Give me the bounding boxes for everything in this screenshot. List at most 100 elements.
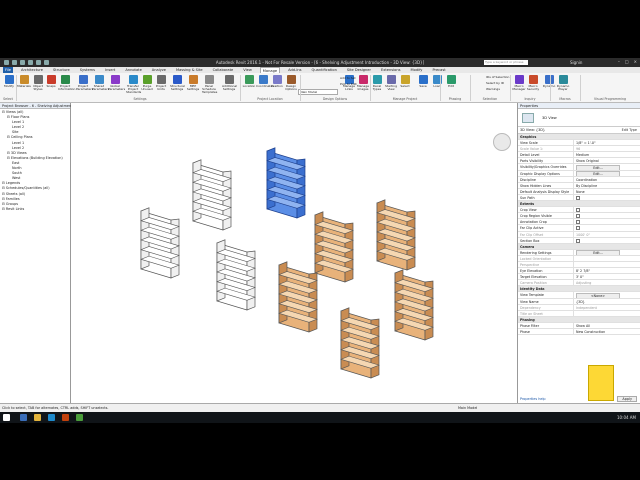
position-button[interactable]: Position xyxy=(270,75,284,88)
property-value[interactable]: 1/8" = 1'-0" xyxy=(574,140,640,145)
shared-parameters-button[interactable]: Shared Parameters xyxy=(92,75,109,91)
property-value[interactable]: None xyxy=(574,189,640,194)
project-units-button[interactable]: Project Units xyxy=(154,75,168,91)
shelf-wood-4[interactable] xyxy=(394,269,434,341)
edge-icon[interactable] xyxy=(20,414,27,421)
object-styles-button[interactable]: Object Styles xyxy=(31,75,45,91)
property-value[interactable]: Coordination xyxy=(574,177,640,182)
design-options-button[interactable]: Design Options xyxy=(284,75,298,91)
3d-model-view[interactable] xyxy=(71,103,517,403)
app-menu-icon[interactable] xyxy=(4,60,9,65)
viewcube-icon[interactable] xyxy=(493,133,511,151)
add-to-set-button[interactable]: Add to Set xyxy=(340,76,356,80)
load-button[interactable]: Load xyxy=(430,75,444,88)
shelf-white-2[interactable] xyxy=(140,207,180,279)
structural-settings-button[interactable]: Structural Settings xyxy=(170,75,185,91)
properties-help-link[interactable]: Properties help xyxy=(520,397,546,401)
minimize-icon[interactable]: – xyxy=(618,59,620,64)
shelf-white-1[interactable] xyxy=(192,159,232,231)
pick-to-edit-button[interactable]: Pick to Edit xyxy=(340,82,357,86)
property-edit-button[interactable]: Edit... xyxy=(576,164,620,170)
ids-of-selection-button[interactable]: IDs of Selection xyxy=(486,75,509,79)
type-selector[interactable]: 3D View xyxy=(518,109,640,127)
coordinates-button[interactable]: Coordinates xyxy=(256,75,274,88)
revit-icon[interactable] xyxy=(48,414,55,421)
manage-images-button[interactable]: Manage Images xyxy=(356,75,370,91)
shelf-wood-1[interactable] xyxy=(314,211,354,283)
shelf-wood-3[interactable] xyxy=(278,261,318,333)
apply-button[interactable]: Apply xyxy=(617,396,637,402)
property-value[interactable]: New Construction xyxy=(574,329,640,334)
main-model-dropdown[interactable]: Main Model xyxy=(298,89,338,95)
sign-in-link[interactable]: Signin xyxy=(570,60,582,65)
shelf-selected-1[interactable] xyxy=(266,147,306,219)
select-by-id-button[interactable]: Select by ID xyxy=(486,81,504,85)
warnings-button[interactable]: Warnings xyxy=(486,87,500,91)
undo-icon[interactable] xyxy=(28,60,33,65)
property-edit-button[interactable]: Edit... xyxy=(576,250,620,255)
property-edit-button[interactable]: <None> xyxy=(576,292,620,298)
ribbon-group-inquiry: Inquiry xyxy=(524,97,536,101)
decal-types-button[interactable]: Decal Types xyxy=(370,75,384,91)
property-name: Crop Region Visible xyxy=(518,213,574,219)
shelf-white-3[interactable] xyxy=(216,239,256,311)
window-controls: – □ × xyxy=(618,59,637,64)
explorer-icon[interactable] xyxy=(34,414,41,421)
project-parameters-button[interactable]: Project Parameters xyxy=(76,75,93,91)
purge-unused-button[interactable]: Purge Unused xyxy=(140,75,154,91)
3d-view-canvas[interactable] xyxy=(71,103,517,403)
starting-view-button[interactable]: Starting View xyxy=(384,75,398,91)
global-parameters-button[interactable]: Global Parameters xyxy=(108,75,125,91)
property-checkbox[interactable] xyxy=(576,195,580,200)
active-model-selector[interactable]: Main Model xyxy=(458,406,477,410)
help-search-input[interactable]: Type a keyword or phrase xyxy=(484,60,528,65)
3d-view-type-icon xyxy=(522,113,534,123)
property-value[interactable]: Show Original xyxy=(574,158,640,163)
close-icon[interactable]: × xyxy=(634,59,637,64)
property-value[interactable]: By Discipline xyxy=(574,183,640,188)
print-icon[interactable] xyxy=(44,60,49,65)
select-button[interactable]: Select xyxy=(398,75,412,88)
panel-schedule-templates-button[interactable]: Panel Schedule Templates xyxy=(202,75,217,95)
materials-button[interactable]: Materials xyxy=(17,75,31,88)
property-value[interactable]: {3D} xyxy=(574,299,640,304)
save-icon[interactable] xyxy=(20,60,25,65)
maximize-icon[interactable]: □ xyxy=(625,59,629,64)
save-button[interactable]: Save xyxy=(416,75,430,88)
snaps-button[interactable]: Snaps xyxy=(44,75,58,88)
browser-item[interactable]: ⊟ Revit Links xyxy=(1,207,70,212)
property-checkbox[interactable] xyxy=(576,220,580,225)
property-name: Title on Sheet xyxy=(518,310,574,316)
view-selector[interactable]: 3D View: {3D} Edit Type xyxy=(518,127,640,134)
property-checkbox[interactable] xyxy=(576,238,580,243)
transfer-project-standards-button[interactable]: Transfer Project Standards xyxy=(126,75,141,95)
redo-icon[interactable] xyxy=(36,60,41,65)
location-button[interactable]: Location xyxy=(242,75,256,88)
property-value[interactable]: Medium xyxy=(574,152,640,157)
edit-button[interactable]: Edit xyxy=(444,75,458,88)
app-icon[interactable] xyxy=(62,414,69,421)
project-information-button[interactable]: Project Information xyxy=(58,75,75,91)
start-icon[interactable] xyxy=(3,414,10,421)
property-value[interactable]: 3' 0" xyxy=(574,274,640,279)
macro-security-button[interactable]: Macro Security xyxy=(526,75,540,91)
property-edit-button[interactable]: Edit... xyxy=(576,171,620,176)
property-checkbox[interactable] xyxy=(576,214,580,219)
app-icon-2[interactable] xyxy=(76,414,83,421)
additional-settings-button[interactable]: Additional Settings xyxy=(222,75,238,92)
property-value[interactable]: Show All xyxy=(574,323,640,328)
edit-type-button[interactable]: Edit Type xyxy=(622,127,637,134)
mep-settings-button[interactable]: MEP Settings xyxy=(186,75,200,91)
property-checkbox[interactable] xyxy=(576,208,580,213)
shelf-wood-2[interactable] xyxy=(376,199,416,271)
open-icon[interactable] xyxy=(12,60,17,65)
ribbon-button-label: Additional Settings xyxy=(222,84,238,92)
property-value[interactable]: 8' 2 7/8" xyxy=(574,268,640,273)
property-value: Edit... xyxy=(574,164,640,170)
property-checkbox[interactable] xyxy=(576,226,580,231)
macro-manager-button[interactable]: Macro Manager xyxy=(512,75,526,91)
dynamo-button[interactable]: Dynamo xyxy=(542,75,556,88)
shelf-wood-5[interactable] xyxy=(340,307,380,379)
modify-button[interactable]: Modify xyxy=(2,75,16,88)
dynamo-player-button[interactable]: Dynamo Player xyxy=(556,75,570,91)
